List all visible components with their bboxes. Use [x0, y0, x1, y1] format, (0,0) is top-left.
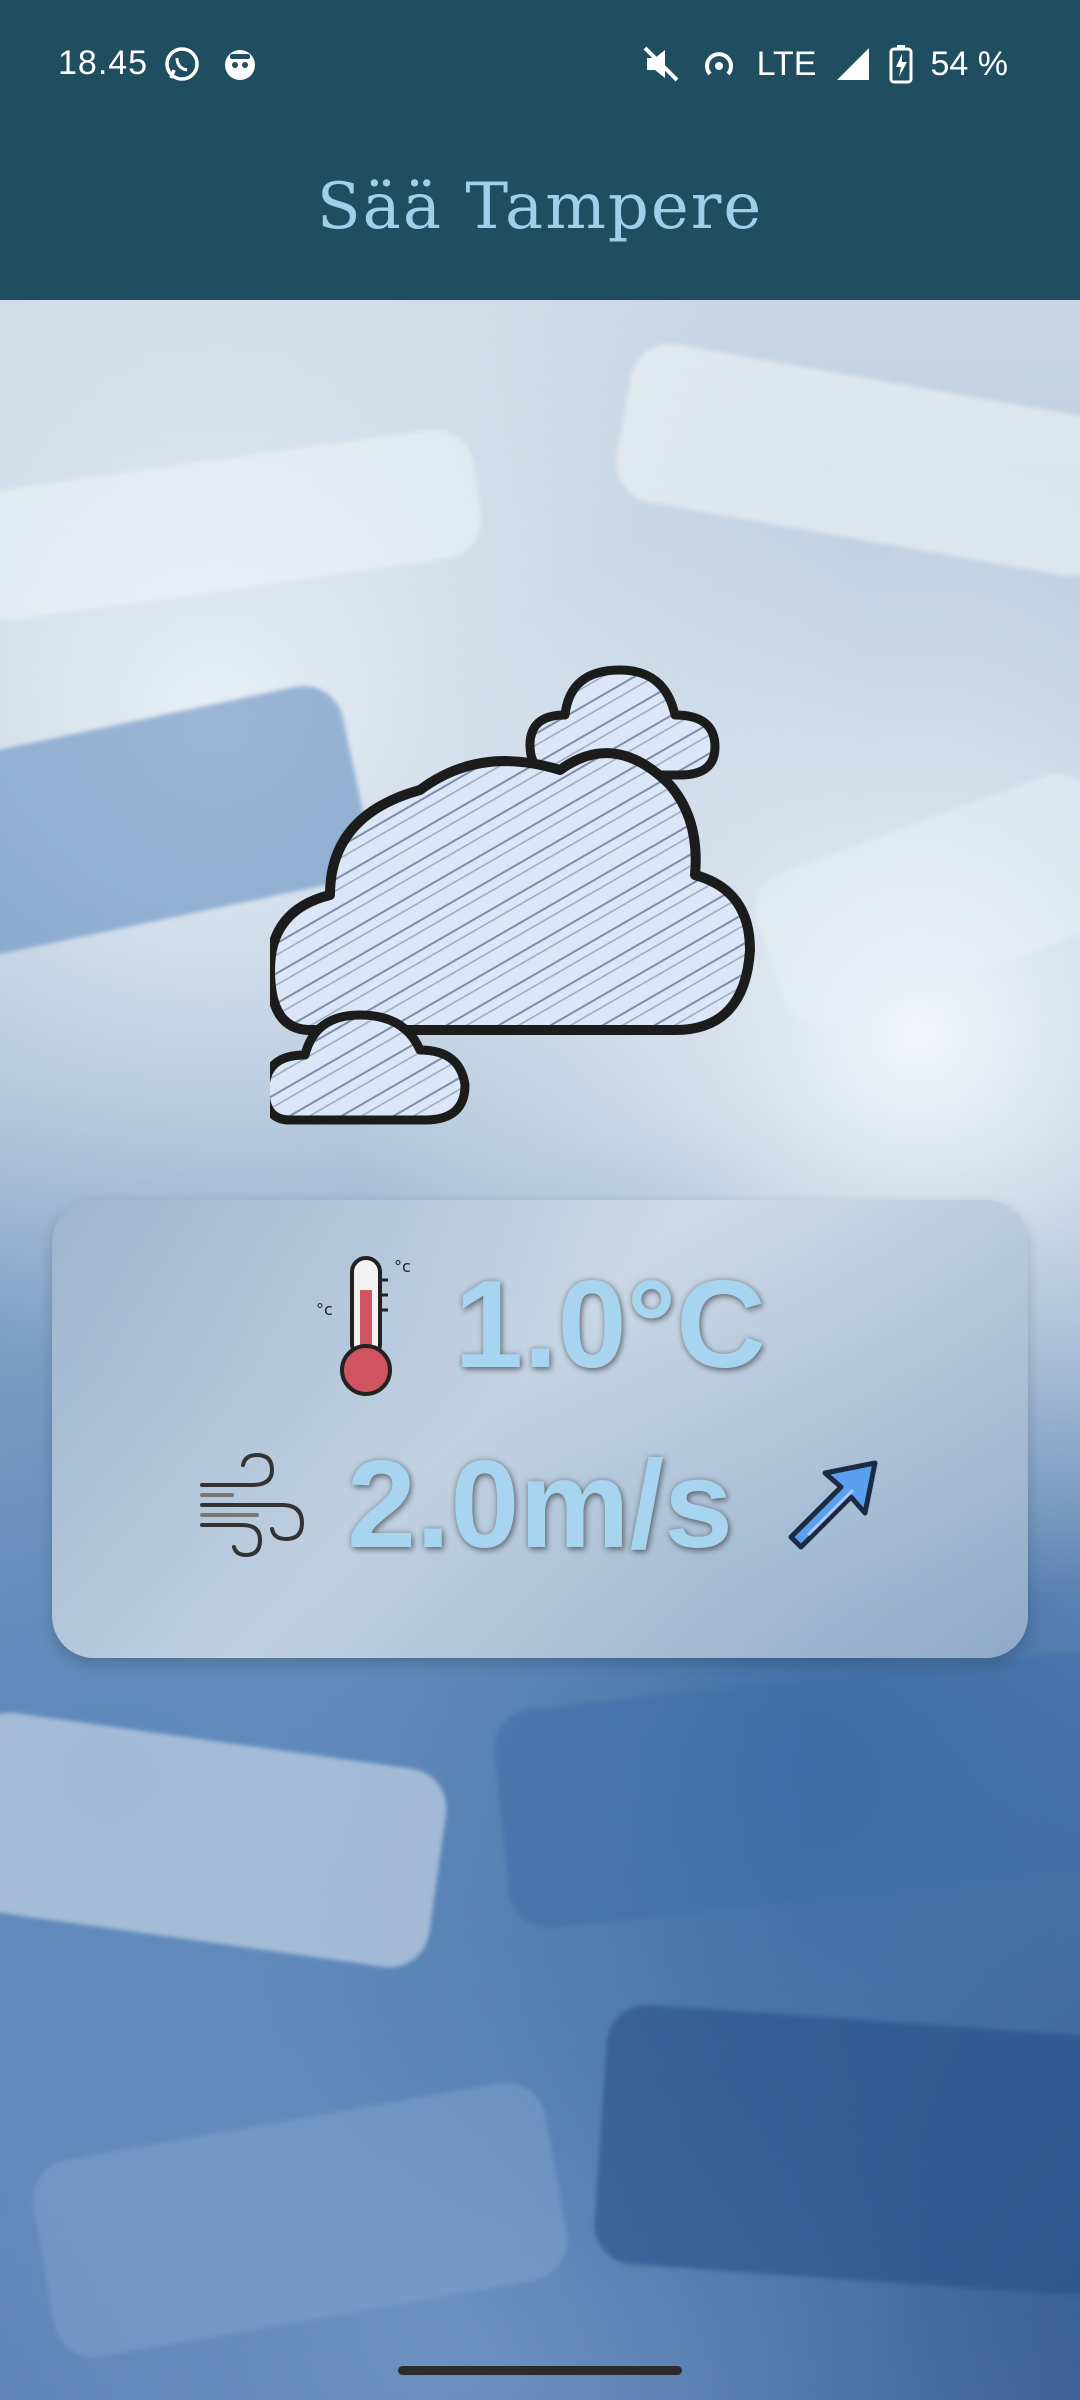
wind-speed-value: 2.0m/s — [346, 1436, 734, 1574]
temperature-value: 1.0°C — [454, 1256, 766, 1394]
home-indicator[interactable] — [398, 2366, 682, 2375]
whatsapp-icon — [165, 47, 199, 81]
wind-row: 2.0m/s — [52, 1420, 1028, 1590]
background-stroke — [0, 1707, 452, 1973]
network-type: LTE — [756, 44, 817, 83]
svg-text:°c: °c — [316, 1300, 333, 1319]
hotspot-icon — [704, 52, 733, 76]
mute-icon — [643, 46, 679, 82]
wind-direction-arrow-icon — [788, 1460, 878, 1550]
background-stroke — [490, 1648, 1080, 1932]
battery-charging-icon — [889, 45, 912, 84]
temperature-row: °c °c 1.0°C — [52, 1240, 1028, 1410]
status-bar: 18.45 LTE 54 % — [0, 0, 1080, 130]
page-title: Sää Tampere — [316, 170, 764, 244]
wind-icon — [199, 1452, 304, 1558]
cloudy-icon — [270, 665, 755, 1125]
background-stroke — [0, 424, 487, 626]
background-stroke — [26, 2076, 574, 2364]
background-stroke — [591, 2002, 1080, 2298]
battery-level: 54 % — [930, 44, 1009, 83]
svg-text:°c: °c — [394, 1257, 411, 1276]
status-right: LTE 54 % — [641, 44, 1008, 84]
app-notification-icon — [225, 50, 255, 80]
weather-info-card: °c °c 1.0°C 2.0m/s — [52, 1200, 1028, 1658]
signal-icon — [836, 48, 869, 80]
background-stroke — [609, 337, 1080, 583]
status-time: 18.45 — [58, 44, 149, 82]
thermometer-icon: °c °c — [316, 1256, 411, 1396]
app-header: 18.45 LTE 54 % Sää Tampere — [0, 0, 1080, 300]
